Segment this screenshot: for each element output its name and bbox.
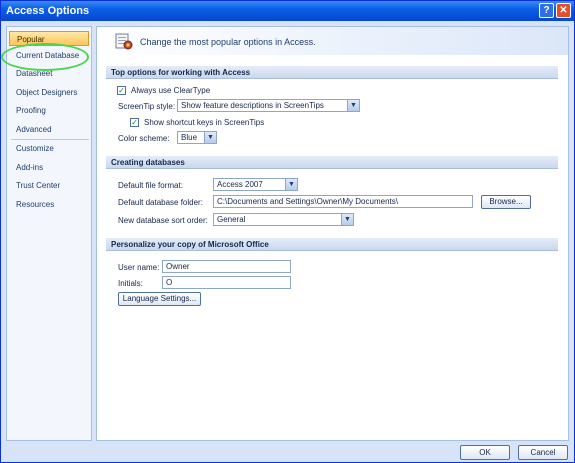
- highlight-circle: [1, 43, 89, 71]
- cleartype-label: Always use ClearType: [131, 86, 211, 95]
- default-file-format-select[interactable]: Access 2007 ▼: [213, 178, 298, 191]
- sidebar-item-resources[interactable]: Resources: [9, 197, 89, 212]
- section-personalize: Personalize your copy of Microsoft Offic…: [106, 238, 558, 251]
- color-scheme-select[interactable]: Blue ▼: [177, 131, 217, 144]
- sidebar-item-trust-center[interactable]: Trust Center: [9, 178, 89, 193]
- shortcut-keys-label: Show shortcut keys in ScreenTips: [144, 118, 265, 127]
- chevron-down-icon: ▼: [285, 179, 297, 190]
- options-sidebar: Popular Current Database Datasheet Objec…: [6, 26, 92, 441]
- title-bar: Access Options ? ✕: [1, 1, 574, 21]
- screentip-style-value: Show feature descriptions in ScreenTips: [181, 101, 324, 110]
- cleartype-checkbox[interactable]: ✓: [117, 86, 126, 95]
- chevron-down-icon: ▼: [347, 100, 359, 111]
- header-text: Change the most popular options in Acces…: [140, 37, 316, 47]
- sort-order-label: New database sort order:: [118, 216, 208, 225]
- access-options-dialog: Access Options ? ✕ Popular Current Datab…: [0, 0, 575, 463]
- screentip-style-label: ScreenTip style:: [118, 102, 176, 111]
- initials-input[interactable]: O: [162, 276, 291, 289]
- initials-label: Initials:: [118, 279, 143, 288]
- options-icon: [115, 33, 133, 50]
- ok-button[interactable]: OK: [460, 445, 510, 460]
- panel-header: Change the most popular options in Acces…: [97, 27, 568, 55]
- language-settings-button[interactable]: Language Settings...: [118, 292, 201, 306]
- chevron-down-icon: ▼: [204, 132, 216, 143]
- default-file-format-value: Access 2007: [217, 180, 263, 189]
- color-scheme-value: Blue: [181, 133, 198, 142]
- window-title: Access Options: [6, 5, 90, 17]
- user-name-input[interactable]: Owner: [162, 260, 291, 273]
- sidebar-item-object-designers[interactable]: Object Designers: [9, 85, 89, 100]
- sort-order-value: General: [217, 215, 246, 224]
- screentip-style-select[interactable]: Show feature descriptions in ScreenTips …: [177, 99, 360, 112]
- user-name-label: User name:: [118, 263, 160, 272]
- sidebar-item-customize[interactable]: Customize: [9, 141, 89, 156]
- default-file-format-label: Default file format:: [118, 181, 183, 190]
- default-folder-label: Default database folder:: [118, 198, 203, 207]
- help-button[interactable]: ?: [539, 3, 554, 18]
- section-top-options: Top options for working with Access: [106, 66, 558, 79]
- color-scheme-label: Color scheme:: [118, 134, 170, 143]
- sidebar-divider: [11, 139, 89, 140]
- browse-button[interactable]: Browse...: [481, 195, 531, 209]
- sidebar-item-advanced[interactable]: Advanced: [9, 122, 89, 137]
- sidebar-item-add-ins[interactable]: Add-ins: [9, 160, 89, 175]
- sidebar-item-proofing[interactable]: Proofing: [9, 103, 89, 118]
- section-creating-databases: Creating databases: [106, 156, 558, 169]
- sort-order-select[interactable]: General ▼: [213, 213, 354, 226]
- shortcut-keys-checkbox[interactable]: ✓: [130, 118, 139, 127]
- cancel-button[interactable]: Cancel: [518, 445, 568, 460]
- close-button[interactable]: ✕: [556, 3, 571, 18]
- chevron-down-icon: ▼: [341, 214, 353, 225]
- options-panel: Change the most popular options in Acces…: [96, 26, 569, 441]
- default-folder-input[interactable]: C:\Documents and Settings\Owner\My Docum…: [213, 195, 473, 208]
